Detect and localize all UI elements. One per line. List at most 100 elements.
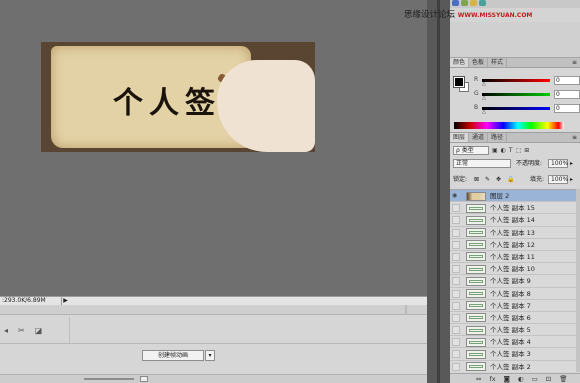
tab-paths[interactable]: 路径: [488, 133, 508, 142]
tab-swatches[interactable]: 色板: [469, 58, 489, 67]
panel-icon[interactable]: [470, 0, 477, 6]
panel-menu-icon[interactable]: ≡: [572, 134, 577, 141]
visibility-toggle[interactable]: [452, 240, 460, 249]
red-slider[interactable]: [482, 79, 550, 82]
layer-name[interactable]: 个人签 副本 15: [490, 203, 535, 213]
layer-row[interactable]: 个人签 副本 12: [450, 238, 576, 251]
tab-styles[interactable]: 样式: [488, 58, 508, 67]
lock-all-icon[interactable]: 🔒: [507, 175, 514, 184]
lock-pixels-icon[interactable]: ✎: [485, 175, 490, 184]
layer-name[interactable]: 个人签 副本 4: [490, 337, 531, 347]
smart-object-filter-icon[interactable]: ⊞: [524, 147, 529, 154]
layer-row[interactable]: 个人签 副本 13: [450, 226, 576, 239]
layer-name[interactable]: 个人签 副本 13: [490, 228, 535, 238]
layer-row[interactable]: 个人签 副本 3: [450, 348, 576, 361]
visibility-toggle[interactable]: [452, 362, 460, 371]
create-animation-dropdown[interactable]: ▾: [205, 350, 215, 361]
layers-scrollbar[interactable]: [576, 189, 580, 372]
layer-name[interactable]: 个人签 副本 6: [490, 313, 531, 323]
add-mask-icon[interactable]: ◙: [504, 375, 510, 383]
foreground-color-swatch[interactable]: [453, 76, 465, 88]
blue-value-field[interactable]: 0: [554, 104, 580, 113]
visibility-toggle[interactable]: [452, 338, 460, 347]
new-group-icon[interactable]: ▭: [532, 375, 538, 383]
red-value-field[interactable]: 0: [554, 76, 580, 85]
visibility-toggle[interactable]: [452, 252, 460, 261]
tab-color[interactable]: 颜色: [450, 58, 470, 67]
panel-icon[interactable]: [461, 0, 468, 6]
delete-layer-icon[interactable]: 🗑: [559, 375, 567, 383]
layer-name[interactable]: 个人签 副本 3: [490, 349, 531, 359]
fill-field[interactable]: 100%: [548, 175, 568, 184]
layer-name[interactable]: 个人签 副本 8: [490, 289, 531, 299]
green-value-field[interactable]: 0: [554, 90, 580, 99]
layer-row[interactable]: 个人签 副本 15: [450, 202, 576, 215]
layer-style-icon[interactable]: fx: [489, 375, 495, 383]
new-layer-icon[interactable]: ⊡: [546, 375, 551, 383]
opacity-dropdown-icon[interactable]: ▸: [570, 159, 573, 168]
timeline-zoom-slider[interactable]: [84, 378, 134, 380]
visibility-toggle[interactable]: [452, 204, 460, 213]
lock-position-icon[interactable]: ✥: [496, 175, 501, 184]
layer-filter-select[interactable]: ρ 类型: [453, 146, 489, 155]
type-filter-icon[interactable]: T: [509, 147, 513, 154]
visibility-toggle[interactable]: [452, 228, 460, 237]
layer-row[interactable]: 个人签 副本 11: [450, 250, 576, 264]
link-layers-icon[interactable]: ⇔: [476, 375, 481, 383]
adjustment-layer-icon[interactable]: ◐: [518, 375, 524, 383]
layer-row[interactable]: 个人签 副本 5: [450, 324, 576, 337]
layer-name[interactable]: 个人签 副本 7: [490, 301, 531, 311]
blue-slider[interactable]: [482, 107, 550, 110]
status-menu-arrow[interactable]: ▶: [62, 297, 69, 305]
layer-name[interactable]: 个人签 副本 11: [490, 252, 535, 262]
slider-knob-icon[interactable]: △: [482, 109, 486, 115]
layer-name[interactable]: 个人签 副本 2: [490, 362, 531, 372]
timeline-zoom-handle[interactable]: [140, 376, 148, 382]
visibility-toggle[interactable]: [452, 289, 460, 298]
layer-row[interactable]: 个人签 副本 7: [450, 299, 576, 312]
layer-row[interactable]: 个人签 副本 8: [450, 287, 576, 300]
layer-name[interactable]: 个人签 副本 5: [490, 325, 531, 335]
green-slider[interactable]: [482, 93, 550, 96]
layer-row[interactable]: ◉ 图层 2: [450, 190, 576, 203]
scissors-icon[interactable]: ✂: [18, 326, 25, 335]
layer-row[interactable]: 个人签 副本 2: [450, 360, 576, 372]
layer-name[interactable]: 个人签 副本 14: [490, 215, 535, 225]
visibility-toggle[interactable]: [452, 301, 460, 310]
layer-row[interactable]: 个人签 副本 14: [450, 214, 576, 227]
visibility-toggle[interactable]: [452, 216, 460, 225]
visibility-toggle[interactable]: [452, 326, 460, 335]
slider-knob-icon[interactable]: △: [482, 81, 486, 87]
layer-row[interactable]: 个人签 副本 9: [450, 275, 576, 288]
layer-name[interactable]: 个人签 副本 12: [490, 240, 535, 250]
layer-name[interactable]: 图层 2: [490, 191, 509, 201]
layer-row[interactable]: 个人签 副本 4: [450, 336, 576, 349]
panel-icon[interactable]: [479, 0, 486, 6]
visibility-toggle[interactable]: [452, 277, 460, 286]
eye-icon[interactable]: ◉: [452, 192, 460, 200]
slider-knob-icon[interactable]: △: [482, 95, 486, 101]
document-canvas-area[interactable]: 个人签: [0, 0, 427, 296]
panel-menu-icon[interactable]: ≡: [572, 59, 577, 66]
pixel-filter-icon[interactable]: ▣: [492, 147, 498, 154]
previous-icon[interactable]: ◂: [4, 326, 8, 335]
blend-mode-select[interactable]: 正常: [453, 159, 511, 168]
visibility-toggle[interactable]: [452, 313, 460, 322]
adjustment-filter-icon[interactable]: ◐: [501, 147, 506, 154]
layer-name[interactable]: 个人签 副本 10: [490, 264, 535, 274]
create-frame-animation-button[interactable]: 创建帧动画: [142, 350, 204, 361]
color-spectrum-bar[interactable]: [454, 122, 564, 129]
opacity-field[interactable]: 100%: [548, 159, 568, 168]
layer-row[interactable]: 个人签 副本 6: [450, 311, 576, 325]
shape-filter-icon[interactable]: ⬚: [516, 147, 522, 154]
visibility-toggle[interactable]: [452, 265, 460, 274]
layer-name[interactable]: 个人签 副本 9: [490, 276, 531, 286]
fill-dropdown-icon[interactable]: ▸: [570, 175, 573, 184]
visibility-toggle[interactable]: [452, 350, 460, 359]
transition-icon[interactable]: ◪: [35, 326, 43, 335]
lock-transparency-icon[interactable]: ⊠: [474, 175, 479, 184]
panel-icon[interactable]: [452, 0, 459, 6]
layer-row[interactable]: 个人签 副本 10: [450, 263, 576, 276]
tab-layers[interactable]: 图层: [450, 133, 470, 142]
canvas-image[interactable]: 个人签: [41, 42, 315, 152]
